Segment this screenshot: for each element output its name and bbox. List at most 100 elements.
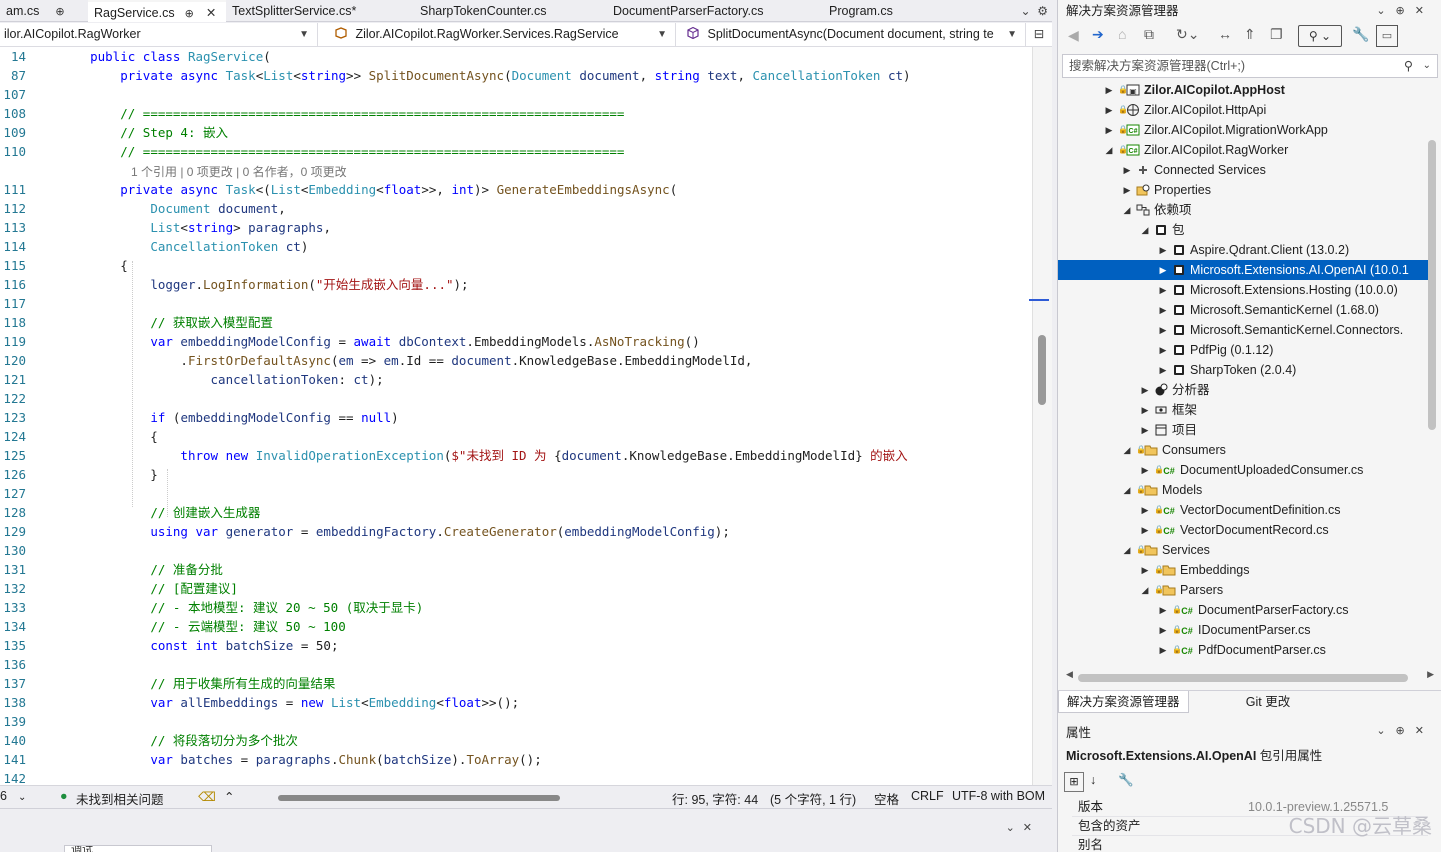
tree-horizontal-scrollbar[interactable]: ◀ ▶: [1066, 669, 1434, 682]
tree-item[interactable]: ◢ 包: [1058, 220, 1428, 240]
tab-ragservice-cs[interactable]: RagService.cs ⊕ ✕: [88, 0, 226, 22]
tree-item[interactable]: ▶ PdfPig (0.1.12): [1058, 340, 1428, 360]
sync-icon[interactable]: ↔: [1218, 26, 1232, 42]
whitespace-mode[interactable]: 空格: [874, 789, 899, 808]
home-icon[interactable]: ⌂: [1118, 26, 1126, 42]
tree-item[interactable]: ▶ 🔒 C# IDocumentParser.cs: [1058, 620, 1428, 640]
tree-item[interactable]: ◢ 🔒 Consumers: [1058, 440, 1428, 460]
code-line[interactable]: // 将段落切分为多个批次: [60, 731, 298, 750]
line-ending[interactable]: CRLF: [911, 789, 944, 803]
tree-item[interactable]: ▶ Microsoft.Extensions.AI.OpenAI (10.0.1: [1058, 260, 1428, 280]
zoom-level[interactable]: 6: [0, 789, 7, 803]
collapse-icon[interactable]: ⇑: [1244, 26, 1256, 43]
tree-item[interactable]: ▶ 🔒 C# PdfDocumentParser.cs: [1058, 640, 1428, 660]
tree-item[interactable]: ▶ 🔒 C# DocumentUploadedConsumer.cs: [1058, 460, 1428, 480]
expand-arrow-icon[interactable]: ▶: [1158, 360, 1168, 380]
code-line[interactable]: var allEmbeddings = new List<Embedding<f…: [60, 693, 519, 712]
expand-arrow-icon[interactable]: ▶: [1140, 520, 1150, 540]
tree-item[interactable]: ▶ 🔒 ▣ Zilor.AICopilot.AppHost: [1058, 80, 1428, 100]
expand-arrow-icon[interactable]: ▶: [1104, 80, 1114, 100]
tab-overflow-tools[interactable]: ⌄ ⚙: [1021, 0, 1048, 22]
tree-item[interactable]: ▶ 分析器: [1058, 380, 1428, 400]
code-line[interactable]: // 创建嵌入生成器: [60, 503, 260, 522]
tree-item[interactable]: ◢ 🔒 Parsers: [1058, 580, 1428, 600]
switch-views-icon[interactable]: ⧉: [1144, 26, 1154, 43]
alphabetical-icon[interactable]: ↓: [1090, 773, 1096, 787]
panel-window-controls[interactable]: ⌄⊕✕: [1376, 724, 1434, 737]
tree-vertical-scrollbar[interactable]: [1428, 140, 1436, 430]
show-all-files-icon[interactable]: ❐: [1270, 26, 1283, 43]
tree-item[interactable]: ▶ 🔒 Zilor.AICopilot.HttpApi: [1058, 100, 1428, 120]
tab-documentparserfactory-cs[interactable]: DocumentParserFactory.cs: [607, 0, 823, 22]
tree-item[interactable]: ▶ 🔒 C# VectorDocumentRecord.cs: [1058, 520, 1428, 540]
preview-toggle-icon[interactable]: ▭: [1376, 25, 1398, 47]
tree-item[interactable]: ▶ Microsoft.Extensions.Hosting (10.0.0): [1058, 280, 1428, 300]
expand-arrow-icon[interactable]: ▶: [1104, 100, 1114, 120]
expand-arrow-icon[interactable]: ▶: [1158, 240, 1168, 260]
tree-item[interactable]: ◢ 🔒 Services: [1058, 540, 1428, 560]
code-line[interactable]: // =====================================…: [60, 104, 624, 123]
code-line[interactable]: // - 本地模型: 建议 20 ~ 50 (取决于显卡): [60, 598, 423, 617]
close-icon[interactable]: ✕: [206, 2, 216, 24]
codelens-info[interactable]: 1 个引用 | 0 项更改 | 0 名作者，0 项更改: [131, 163, 347, 180]
expand-arrow-icon[interactable]: ▶: [1158, 300, 1168, 320]
properties-subject-line[interactable]: Microsoft.Extensions.AI.OpenAI 包引用属性: [1066, 746, 1322, 766]
cursor-position[interactable]: 行: 95, 字符: 44: [672, 789, 758, 808]
tab-program-cs[interactable]: Program.cs: [823, 0, 983, 22]
collapse-arrow-icon[interactable]: ◢: [1140, 580, 1150, 600]
tree-item[interactable]: ▶ 🔒 Embeddings: [1058, 560, 1428, 580]
chevron-up-icon[interactable]: ⌃: [224, 789, 234, 804]
code-line[interactable]: Document document,: [60, 199, 286, 218]
code-line[interactable]: CancellationToken ct): [60, 237, 308, 256]
expand-arrow-icon[interactable]: ▶: [1140, 560, 1150, 580]
expand-arrow-icon[interactable]: ▶: [1158, 640, 1168, 660]
split-editor-icon[interactable]: ⊟: [1026, 23, 1052, 46]
pin-icon[interactable]: ⊕: [55, 1, 64, 23]
tree-item[interactable]: ▶ Aspire.Qdrant.Client (13.0.2): [1058, 240, 1428, 260]
code-line[interactable]: using var generator = embeddingFactory.C…: [60, 522, 730, 541]
tree-item[interactable]: ▶ 🔒 C# VectorDocumentDefinition.cs: [1058, 500, 1428, 520]
expand-arrow-icon[interactable]: ▶: [1158, 320, 1168, 340]
forward-icon[interactable]: ➔: [1092, 26, 1104, 43]
issues-status[interactable]: 未找到相关问题: [76, 789, 164, 808]
expand-arrow-icon[interactable]: ▶: [1158, 600, 1168, 620]
code-line[interactable]: // 获取嵌入模型配置: [60, 313, 273, 332]
tree-item[interactable]: ▶ 🔒 C# DocumentParserFactory.cs: [1058, 600, 1428, 620]
panel-window-controls[interactable]: ⌄✕: [1006, 821, 1040, 834]
code-line[interactable]: // 准备分批: [60, 560, 223, 579]
tree-item[interactable]: ▶ 项目: [1058, 420, 1428, 440]
solution-search-input[interactable]: 搜索解决方案资源管理器(Ctrl+;) ⚲ ⌄: [1062, 54, 1438, 78]
code-line[interactable]: const int batchSize = 50;: [60, 636, 338, 655]
code-line[interactable]: // 用于收集所有生成的向量结果: [60, 674, 335, 693]
vertical-scrollbar[interactable]: [1029, 47, 1052, 785]
collapse-arrow-icon[interactable]: ◢: [1122, 200, 1132, 220]
collapse-arrow-icon[interactable]: ◢: [1104, 140, 1114, 160]
tree-item[interactable]: ▶ Properties: [1058, 180, 1428, 200]
code-line[interactable]: // - 云端模型: 建议 50 ~ 100: [60, 617, 345, 636]
code-line[interactable]: {: [60, 256, 128, 275]
tab-textsplitterservice-cs-[interactable]: TextSplitterService.cs*: [226, 0, 414, 22]
pin-icon[interactable]: ⊕: [185, 3, 194, 25]
collapse-arrow-icon[interactable]: ◢: [1122, 540, 1132, 560]
code-line[interactable]: cancellationToken: ct);: [60, 370, 384, 389]
scrollbar-thumb[interactable]: [1038, 335, 1046, 405]
wrench-icon[interactable]: 🔧: [1118, 773, 1134, 788]
tree-item[interactable]: ▶ SharpToken (2.0.4): [1058, 360, 1428, 380]
code-line[interactable]: .FirstOrDefaultAsync(em => em.Id == docu…: [60, 351, 752, 370]
tree-item[interactable]: ▶ Connected Services: [1058, 160, 1428, 180]
project-dropdown[interactable]: ilor.AICopilot.RagWorker ▼: [0, 23, 318, 47]
wrench-icon[interactable]: 🔧: [1352, 26, 1369, 43]
code-line[interactable]: var batches = paragraphs.Chunk(batchSize…: [60, 750, 541, 769]
explorer-tab[interactable]: 解决方案资源管理器: [1058, 691, 1189, 713]
code-line[interactable]: if (embeddingModelConfig == null): [60, 408, 398, 427]
debug-dropdown[interactable]: 调试: [64, 845, 212, 852]
expand-arrow-icon[interactable]: ▶: [1122, 180, 1132, 200]
code-line[interactable]: // Step 4: 嵌入: [60, 123, 228, 142]
collapse-arrow-icon[interactable]: ◢: [1122, 480, 1132, 500]
code-line[interactable]: private async Task<(List<Embedding<float…: [60, 180, 677, 199]
chevron-down-icon[interactable]: ⌄: [1423, 55, 1431, 77]
code-line[interactable]: List<string> paragraphs,: [60, 218, 331, 237]
tree-item[interactable]: ▶ Microsoft.SemanticKernel.Connectors.: [1058, 320, 1428, 340]
tree-item[interactable]: ◢ 依赖项: [1058, 200, 1428, 220]
expand-arrow-icon[interactable]: ▶: [1140, 420, 1150, 440]
